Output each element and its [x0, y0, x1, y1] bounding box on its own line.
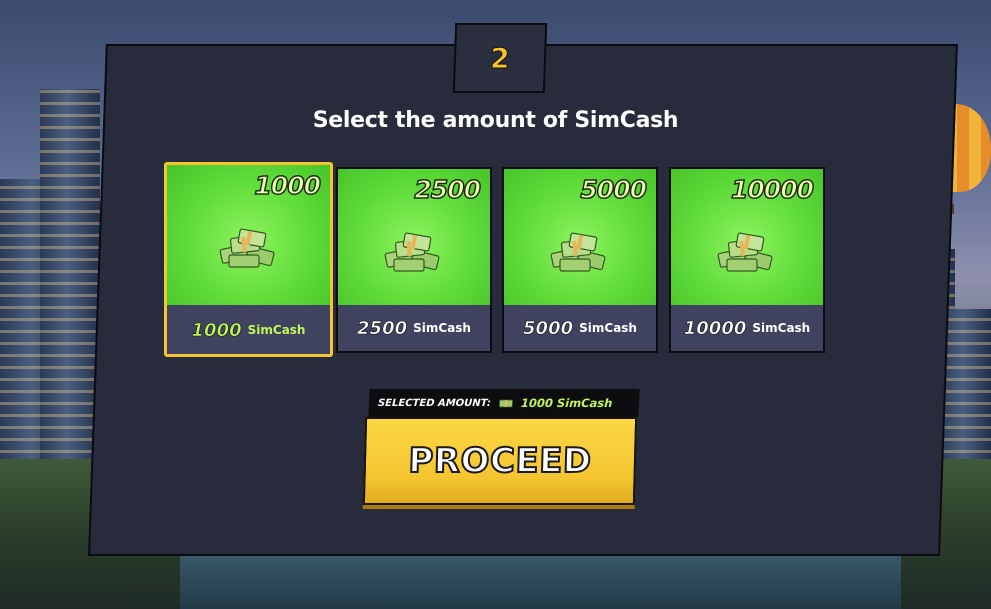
simcash-option-1000[interactable]: 1000 1000 SimCash	[164, 162, 333, 357]
card-amount: 10000	[730, 174, 814, 205]
simcash-option-2500[interactable]: 2500 2500 SimCash	[336, 167, 492, 353]
selected-amount-bar: SELECTED AMOUNT: 1000 SimCash	[368, 389, 640, 417]
proceed-button-label: PROCEED	[407, 440, 593, 482]
card-top: 10000	[671, 169, 823, 307]
step-number: 2	[489, 41, 511, 75]
card-label-unit: SimCash	[579, 321, 637, 335]
step-badge: 2	[452, 23, 548, 93]
background-river	[180, 549, 901, 609]
card-amount: 5000	[580, 174, 648, 205]
cash-stack-icon	[384, 232, 440, 272]
cash-stack-icon	[717, 232, 773, 272]
proceed-button[interactable]: PROCEED	[362, 417, 638, 505]
card-label-amount: 5000	[523, 317, 574, 339]
card-label: 1000 SimCash	[167, 306, 330, 354]
cash-stack-icon	[550, 232, 606, 272]
card-top: 1000	[167, 165, 330, 305]
dialog-title: Select the amount of SimCash	[312, 108, 679, 133]
selected-amount-value: 1000 SimCash	[520, 396, 613, 410]
card-amount: 2500	[414, 174, 482, 205]
cash-icon	[498, 399, 514, 407]
card-label: 5000 SimCash	[504, 305, 656, 351]
card-label-amount: 1000	[191, 319, 242, 341]
simcash-option-10000[interactable]: 10000 10000 SimCash	[669, 167, 825, 353]
card-label-amount: 10000	[683, 317, 747, 339]
card-top: 5000	[504, 169, 656, 307]
card-label-amount: 2500	[357, 317, 408, 339]
simcash-option-5000[interactable]: 5000 5000 SimCash	[502, 167, 658, 353]
card-label: 10000 SimCash	[671, 305, 823, 351]
card-amount: 1000	[254, 170, 322, 201]
card-label: 2500 SimCash	[338, 305, 490, 351]
cash-stack-icon	[219, 228, 274, 268]
card-label-unit: SimCash	[752, 321, 811, 335]
card-top: 2500	[338, 169, 490, 307]
selected-amount-label: SELECTED AMOUNT:	[377, 397, 492, 409]
card-label-unit: SimCash	[413, 321, 471, 335]
card-label-unit: SimCash	[247, 323, 306, 337]
